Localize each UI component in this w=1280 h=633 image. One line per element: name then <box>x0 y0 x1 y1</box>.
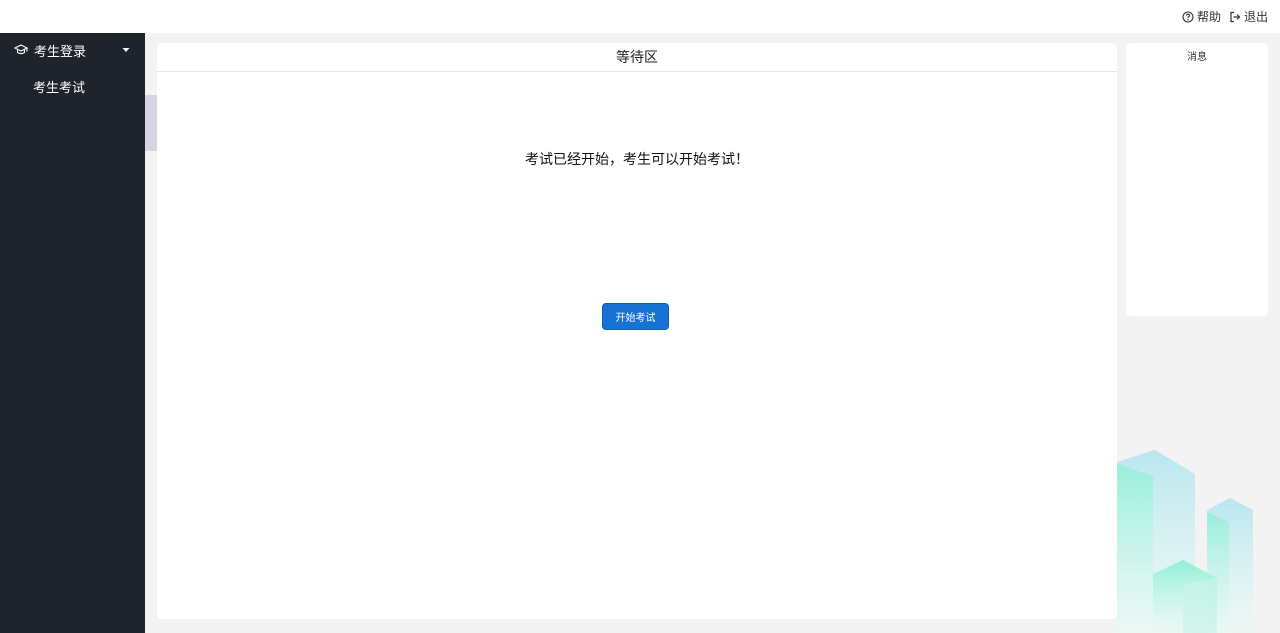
logout-label: 退出 <box>1243 10 1268 24</box>
top-bar: 帮助 退出 <box>0 0 1280 33</box>
help-link[interactable]: 帮助 <box>1182 8 1221 25</box>
sidebar: 考生登录 考生考试 <box>0 33 145 633</box>
sidebar-item-label: 考生考试 <box>33 80 86 96</box>
graduation-cap-icon <box>14 44 28 55</box>
logout-icon <box>1230 11 1241 22</box>
waiting-area-panel: 等待区 考试已经开始，考生可以开始考试！ 开始考试 <box>157 43 1117 619</box>
message-panel: 消息 <box>1126 43 1268 316</box>
panel-header: 等待区 <box>157 43 1117 72</box>
sidebar-group-student-login[interactable]: 考生登录 <box>0 33 145 67</box>
background-decoration-left <box>145 95 157 151</box>
start-exam-button[interactable]: 开始考试 <box>602 303 669 330</box>
exam-status-notice: 考试已经开始，考生可以开始考试！ <box>525 152 749 168</box>
background-decoration-buildings <box>1117 450 1253 633</box>
sidebar-group-label: 考生登录 <box>34 44 87 60</box>
caret-down-icon <box>122 48 130 52</box>
message-panel-title: 消息 <box>1187 52 1207 63</box>
sidebar-item-student-exam[interactable]: 考生考试 <box>0 67 145 105</box>
logout-link[interactable]: 退出 <box>1229 8 1268 25</box>
help-label: 帮助 <box>1196 10 1221 24</box>
help-icon <box>1182 10 1194 23</box>
panel-title: 等待区 <box>616 50 658 66</box>
